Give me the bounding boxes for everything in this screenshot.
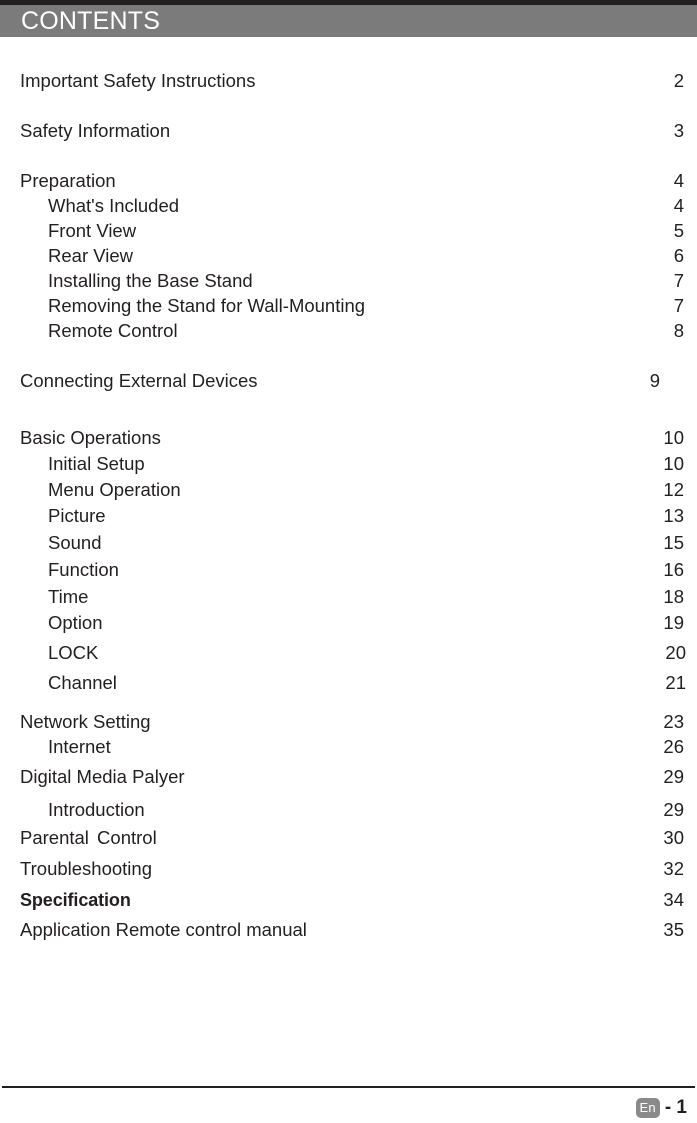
toc-entry[interactable]: Menu Operation 12 [0, 479, 697, 501]
toc-entry-label: Function [48, 559, 119, 580]
toc-entry[interactable]: Function 16 [0, 559, 697, 581]
toc-entry[interactable]: Introduction 29 [0, 799, 697, 821]
toc-entry-page-number: 8 [673, 320, 684, 341]
toc-entry-label: Option [48, 612, 103, 633]
toc-entry-label: Troubleshooting [20, 858, 152, 879]
toc-entry[interactable]: Network Setting 23 [0, 711, 697, 733]
toc-entry[interactable]: Digital Media Palyer 29 [0, 766, 697, 788]
toc-entry-page-number: 13 [663, 505, 684, 526]
toc-entry-page-number: 15 [663, 532, 684, 553]
toc-entry[interactable]: What's Included 4 [0, 195, 697, 217]
toc-entry[interactable]: LOCK 20 [0, 642, 697, 664]
toc-entry[interactable]: Preparation 4 [0, 170, 697, 192]
toc-entry-label: Parental Control [20, 827, 157, 848]
toc-entry[interactable]: Initial Setup 10 [0, 453, 697, 475]
toc-entry-label: LOCK [48, 642, 99, 663]
toc-entry-label: Basic Operations [20, 427, 161, 448]
toc-entry-page-number: 34 [663, 889, 684, 910]
toc-entry-label: Application Remote control manual [20, 919, 307, 940]
language-badge: En [635, 1098, 660, 1118]
toc-entry-label: Specification [20, 890, 131, 910]
toc-entry-label: Front View [48, 220, 137, 241]
toc-entry-page-number: 29 [663, 766, 684, 787]
toc-entry-page-number: 21 [665, 672, 686, 693]
toc-entry[interactable]: Safety Information 3 [0, 120, 697, 142]
toc-entry-label: Removing the Stand for Wall-Mounting [48, 295, 366, 316]
toc-entry-label: Rear View [48, 245, 134, 266]
toc-entry-page-number: 5 [673, 220, 684, 241]
toc-entry-page-number: 30 [663, 827, 684, 848]
toc-entry-page-number: 3 [673, 120, 684, 141]
toc-entry-label: Safety Information [20, 120, 171, 141]
toc-entry-label: Internet [48, 736, 111, 757]
toc-entry-page-number: 12 [663, 479, 684, 500]
toc-entry[interactable]: Installing the Base Stand 7 [0, 270, 697, 292]
toc-entry-label: Channel [48, 672, 117, 693]
toc-entry[interactable]: Sound 15 [0, 532, 697, 554]
toc-entry[interactable]: Option 19 [0, 612, 697, 634]
toc-entry-label: Introduction [48, 799, 145, 820]
toc-entry-label: What's Included [48, 195, 180, 216]
toc-entry-page-number: 18 [663, 586, 684, 607]
toc-entry[interactable]: Basic Operations 10 [0, 427, 697, 449]
toc-entry[interactable]: Channel 21 [0, 672, 697, 694]
toc-entry-page-number: 32 [663, 858, 684, 879]
toc-entry-label: Digital Media Palyer [20, 766, 185, 787]
toc-entry-page-number: 10 [663, 453, 684, 474]
toc-entry-label: Important Safety Instructions [20, 70, 256, 91]
toc-entry-page-number: 16 [663, 559, 684, 580]
toc-entry[interactable]: Remote Control 8 [0, 320, 697, 342]
toc-entry[interactable]: Picture 13 [0, 505, 697, 527]
toc-entry-page-number: 10 [663, 427, 684, 448]
table-of-contents: Important Safety Instructions 2 Safety Inf… [0, 0, 697, 1060]
toc-entry-page-number: 4 [673, 195, 684, 216]
page-number: - 1 [664, 1097, 687, 1118]
toc-entry-label: Installing the Base Stand [48, 270, 253, 291]
toc-entry-label: Connecting External Devices [20, 370, 258, 391]
footer-divider [2, 1086, 695, 1088]
toc-entry-label: Picture [48, 505, 106, 526]
toc-entry-page-number: 29 [663, 799, 684, 820]
toc-entry[interactable]: Application Remote control manual 35 [0, 919, 697, 941]
toc-entry-page-number: 7 [673, 295, 684, 316]
toc-entry-page-number: 2 [673, 70, 684, 91]
toc-entry-label: Network Setting [20, 711, 151, 732]
toc-entry-page-number: 4 [673, 170, 684, 191]
toc-entry-label: Sound [48, 532, 102, 553]
toc-entry-label: Time [48, 586, 89, 607]
toc-entry-page-number: 19 [663, 612, 684, 633]
toc-entry[interactable]: Rear View 6 [0, 245, 697, 267]
toc-entry[interactable]: Internet 26 [0, 736, 697, 758]
toc-entry[interactable]: Parental Control 30 [0, 827, 697, 849]
toc-entry-label: Menu Operation [48, 479, 181, 500]
footer: En - 1 [635, 1097, 687, 1119]
toc-entry-page-number: 20 [665, 642, 686, 663]
toc-entry-page-number: 7 [673, 270, 684, 291]
toc-entry-page-number: 6 [673, 245, 684, 266]
toc-entry-page-number: 35 [663, 919, 684, 940]
toc-entry[interactable]: Front View 5 [0, 220, 697, 242]
toc-entry-label: Preparation [20, 170, 116, 191]
toc-entry-page-number: 9 [649, 370, 660, 391]
toc-entry[interactable]: Important Safety Instructions 2 [0, 70, 697, 92]
toc-entry[interactable]: Troubleshooting 32 [0, 858, 697, 880]
toc-entry[interactable]: Time 18 [0, 586, 697, 608]
toc-entry-label: Initial Setup [48, 453, 145, 474]
toc-entry[interactable]: Connecting External Devices 9 [0, 370, 697, 392]
toc-entry-page-number: 26 [663, 736, 684, 757]
toc-entry[interactable]: Removing the Stand for Wall-Mounting 7 [0, 295, 697, 317]
toc-entry[interactable]: Specification 34 [0, 889, 697, 911]
toc-entry-page-number: 23 [663, 711, 684, 732]
toc-entry-label: Remote Control [48, 320, 178, 341]
